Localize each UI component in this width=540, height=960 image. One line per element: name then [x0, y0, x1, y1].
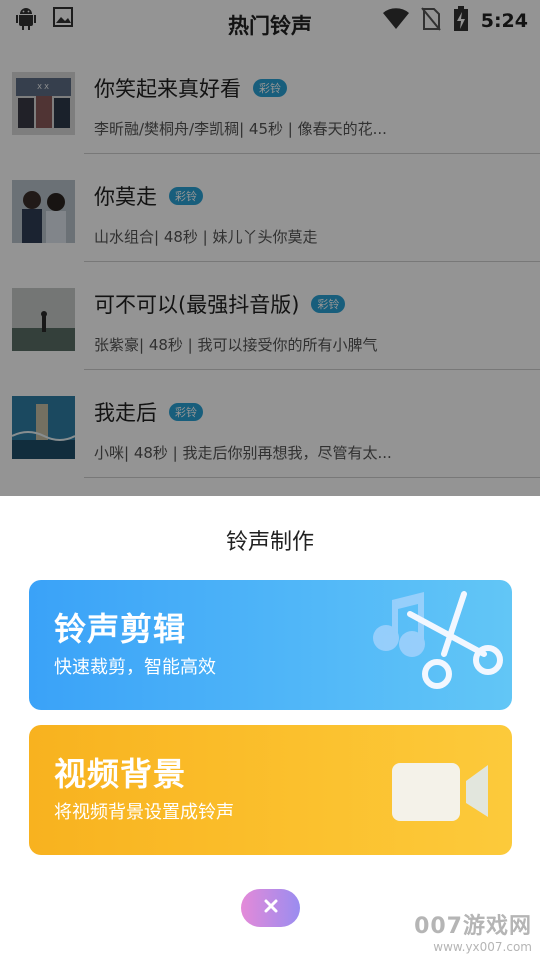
sheet-title: 铃声制作	[225, 530, 314, 555]
ringtone-edit-card[interactable]: 铃声剪辑 快速裁剪，智能高效	[29, 580, 512, 710]
ringtone-maker-sheet: 铃声制作 铃声剪辑 快速裁剪，智能高效 视频背景 将视频背景设置成铃声 007游…	[0, 496, 540, 960]
card-subtitle: 快速裁剪，智能高效	[54, 657, 216, 678]
card-subtitle: 将视频背景设置成铃声	[54, 802, 234, 823]
close-button[interactable]	[241, 889, 300, 927]
card-title: 铃声剪辑	[54, 610, 187, 648]
watermark: 007游戏网 www.yx007.com	[414, 908, 532, 954]
watermark-url: www.yx007.com	[433, 940, 532, 954]
video-camera-icon	[352, 725, 512, 855]
video-background-card[interactable]: 视频背景 将视频背景设置成铃声	[29, 725, 512, 855]
watermark-title: 007游戏网	[414, 914, 532, 939]
music-scissors-icon	[352, 580, 512, 710]
close-icon	[263, 898, 279, 918]
card-title: 视频背景	[54, 755, 187, 793]
